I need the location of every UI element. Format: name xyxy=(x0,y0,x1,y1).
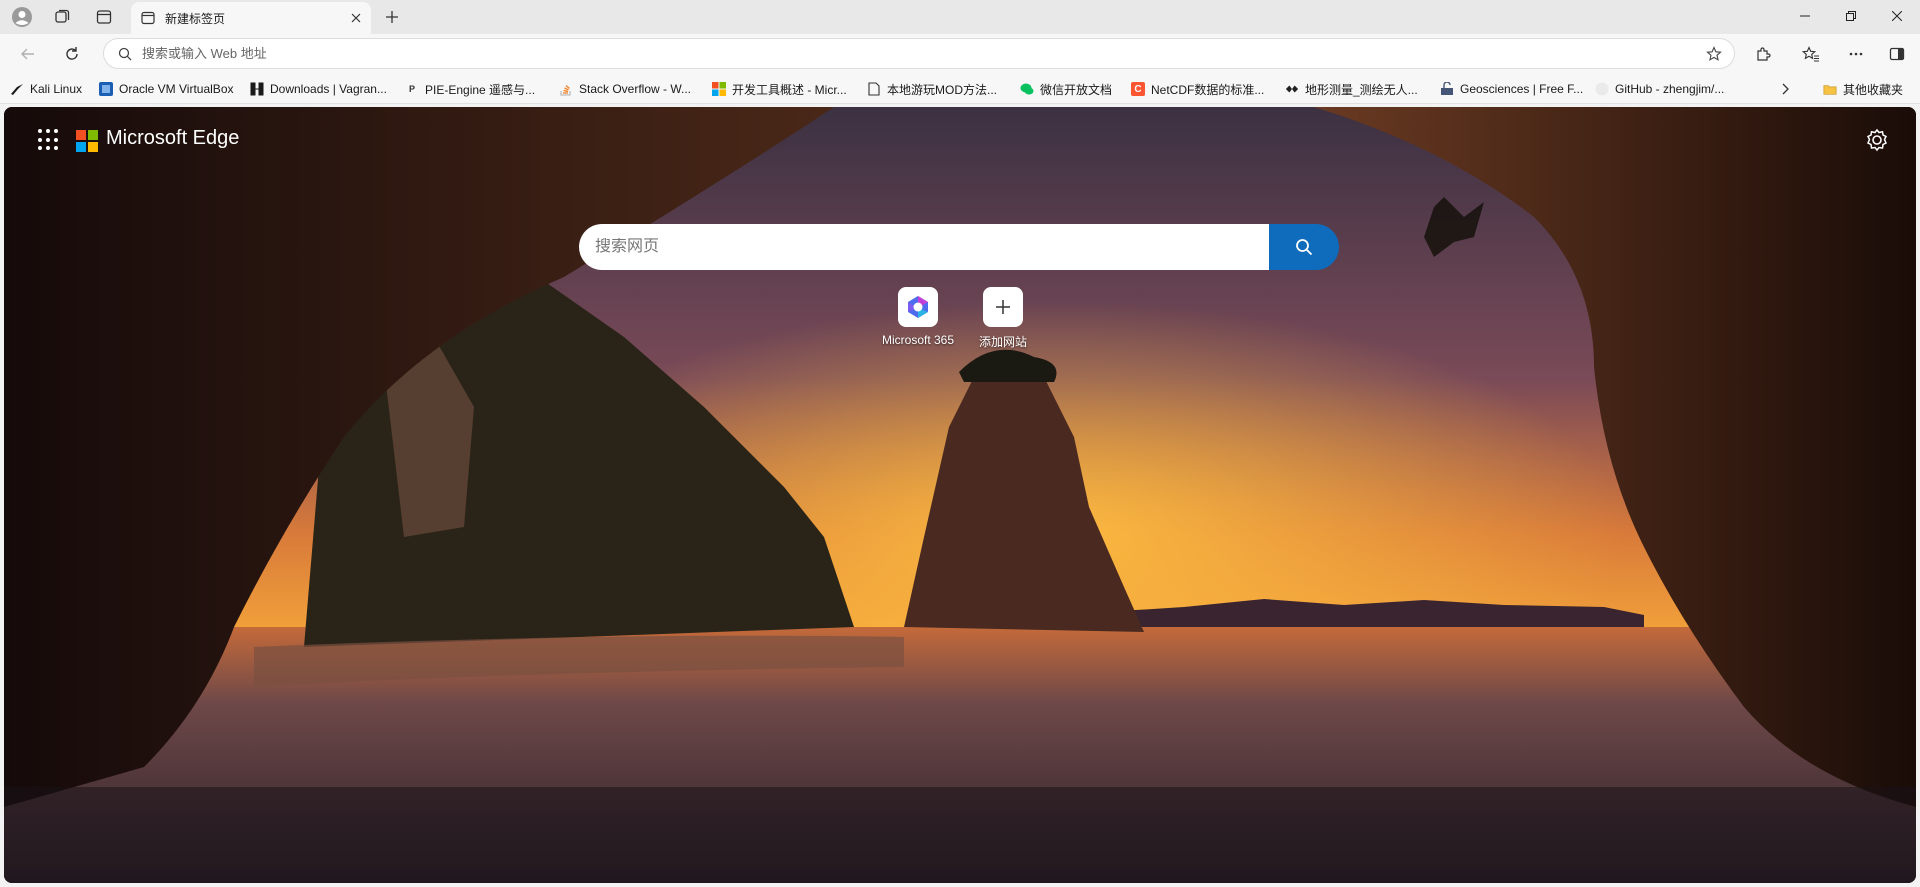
workspaces-icon xyxy=(55,9,70,23)
bookmarks-overflow-button[interactable] xyxy=(1780,80,1790,98)
page-icon xyxy=(867,82,881,96)
tab-strip: 新建标签页 xyxy=(0,0,1920,34)
minimize-icon xyxy=(1800,15,1810,17)
ntp-header: Microsoft Edge xyxy=(4,107,1916,167)
puzzle-icon xyxy=(1757,47,1771,61)
dji-icon xyxy=(1285,82,1299,96)
microsoft-logo-icon xyxy=(76,130,98,152)
page-settings-button[interactable] xyxy=(1864,127,1890,153)
bookmark-item[interactable]: Geosciences | Free F... xyxy=(1440,80,1583,98)
star-icon xyxy=(1706,45,1722,61)
tab-title: 新建标签页 xyxy=(165,11,226,26)
microsoft365-icon xyxy=(898,287,938,327)
search-input[interactable] xyxy=(595,238,1269,256)
csdn-icon: C xyxy=(1131,82,1145,96)
pie-engine-icon: P xyxy=(408,84,415,94)
app-launcher-button[interactable] xyxy=(38,129,60,151)
virtualbox-icon xyxy=(99,82,113,96)
bookmark-item[interactable]: Stack Overflow - W... xyxy=(559,80,691,98)
bookmark-item[interactable]: 微信开放文档 xyxy=(1020,80,1112,98)
wechat-icon xyxy=(1020,82,1034,96)
bookmarks-bar: Kali Linux Oracle VM VirtualBox Download… xyxy=(0,74,1920,104)
tile-label: Microsoft 365 xyxy=(881,333,955,347)
sidebar-icon xyxy=(1889,47,1905,61)
other-favorites-folder[interactable]: 其他收藏夹 xyxy=(1823,80,1903,98)
folder-icon xyxy=(1823,82,1837,96)
add-icon xyxy=(983,287,1023,327)
close-tab-button[interactable] xyxy=(351,13,361,23)
stackoverflow-icon xyxy=(559,82,573,96)
workspaces-button[interactable] xyxy=(46,4,78,30)
restore-icon xyxy=(1846,11,1856,21)
address-bar[interactable] xyxy=(103,38,1735,69)
back-arrow-icon xyxy=(21,48,34,60)
bookmark-item[interactable]: GitHub - zhengjim/... xyxy=(1595,80,1724,98)
plus-icon xyxy=(386,11,398,23)
github-icon xyxy=(1595,82,1609,96)
tab-actions-icon xyxy=(96,10,112,24)
tab-new-tab[interactable]: 新建标签页 xyxy=(131,2,371,34)
bookmark-item[interactable]: Oracle VM VirtualBox xyxy=(99,80,234,98)
close-window-button[interactable] xyxy=(1874,0,1920,32)
more-horizontal-icon xyxy=(1849,52,1863,56)
microsoft-icon xyxy=(712,82,726,96)
toolbar xyxy=(0,34,1920,74)
bookmark-item[interactable]: Kali Linux xyxy=(10,80,82,98)
web-search-box xyxy=(579,224,1339,270)
new-tab-page: Microsoft Edge Microsoft 365 xyxy=(4,107,1916,883)
bookmark-item[interactable]: 本地游玩MOD方法... xyxy=(867,80,997,98)
kali-icon xyxy=(10,82,24,96)
favorites-button[interactable] xyxy=(1795,39,1827,69)
address-input[interactable] xyxy=(142,46,1706,61)
chevron-right-icon xyxy=(1782,83,1789,95)
gear-icon xyxy=(1866,128,1888,152)
favorites-icon xyxy=(1802,46,1819,62)
restore-button[interactable] xyxy=(1828,0,1874,32)
search-icon xyxy=(1296,239,1313,256)
back-button[interactable] xyxy=(12,39,44,69)
new-tab-button[interactable] xyxy=(376,4,408,30)
vagrant-icon xyxy=(250,82,264,96)
refresh-icon xyxy=(66,47,78,60)
tile-label: 添加网站 xyxy=(978,335,1027,349)
profile-icon xyxy=(12,7,32,27)
geosciences-icon xyxy=(1440,82,1454,96)
favorite-star-button[interactable] xyxy=(1706,45,1722,62)
close-icon xyxy=(1892,11,1902,21)
bookmark-item[interactable]: Downloads | Vagran... xyxy=(250,80,387,98)
profile-button[interactable] xyxy=(6,4,38,30)
add-site-tile[interactable]: 添加网站 xyxy=(963,287,1043,350)
bookmark-item[interactable]: P PIE-Engine 遥感与... xyxy=(405,80,535,98)
search-field[interactable] xyxy=(579,224,1269,270)
new-tab-page-icon xyxy=(141,11,155,25)
bookmark-item[interactable]: 开发工具概述 - Micr... xyxy=(712,80,847,98)
settings-more-button[interactable] xyxy=(1840,39,1872,69)
search-icon xyxy=(118,47,132,61)
bookmark-item[interactable]: C NetCDF数据的标准... xyxy=(1131,80,1264,98)
close-icon xyxy=(351,13,361,23)
sidebar-toggle-button[interactable] xyxy=(1881,39,1913,69)
brand-title: Microsoft Edge xyxy=(106,127,240,149)
search-button[interactable] xyxy=(1269,224,1339,270)
extensions-button[interactable] xyxy=(1747,39,1779,69)
bookmark-item[interactable]: 地形测量_测绘无人... xyxy=(1285,80,1418,98)
vertical-tabs-button[interactable] xyxy=(88,4,120,30)
quick-link-microsoft365[interactable]: Microsoft 365 xyxy=(878,287,958,347)
minimize-button[interactable] xyxy=(1782,0,1828,32)
refresh-button[interactable] xyxy=(56,39,88,69)
